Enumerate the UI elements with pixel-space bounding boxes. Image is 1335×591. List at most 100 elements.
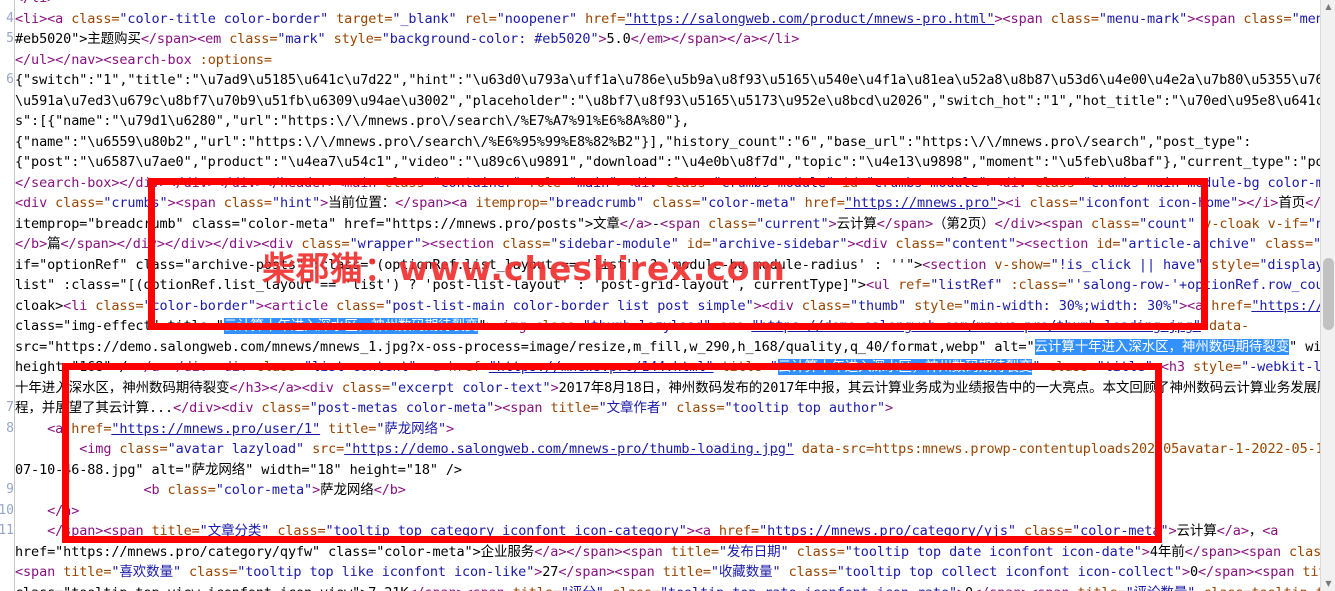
code-line-content[interactable]: <b class="color-meta">萨龙网络</b> [15,480,1335,501]
scrollbar-thumb[interactable] [1323,258,1334,330]
code-line-content[interactable]: s":[{"name":"\u79d1\u6280","url":"https:… [15,111,1335,132]
line-number [0,357,15,378]
line-number [0,377,15,398]
code-line-content[interactable]: </li> [15,0,1335,9]
line-number [0,254,15,275]
code-line-content[interactable]: <img class="avatar lazyload" src="https:… [15,439,1335,460]
line-number: 9 [0,480,15,501]
code-line-content[interactable]: </ul></nav><search-box :options= [15,50,1335,71]
line-number [0,213,15,234]
line-number [0,541,15,562]
code-line: 8 <a href="https://mnews.pro/user/1" tit… [0,418,1335,440]
code-line-content[interactable]: {"name":"\u6559\u80b2","url":"https:\/\/… [15,132,1335,153]
line-number: 6 [0,70,15,91]
code-line-content[interactable]: {"post":"\u6587\u7ae0","product":"\u4ea7… [15,152,1335,173]
code-line-content[interactable]: class="tooltip top view iconfont icon-vi… [15,583,1335,591]
code-line-content[interactable]: href="https://mnews.pro/category/qyfw" c… [15,542,1335,563]
code-line-content[interactable]: #eb5020">主题购买</span><em class="mark" sty… [15,29,1335,50]
code-line: {"name":"\u6559\u80b2","url":"https:\/\/… [0,131,1335,153]
code-line-content[interactable]: class="img-effect" title="云计算十年进入深水区，神州数… [15,316,1335,337]
source-code-body: </li>4<li><a class="color-title color-bo… [0,0,1335,591]
code-line: height="168" /></a></div><div class="lis… [0,357,1335,378]
code-line-content[interactable]: cloak><li class="color-border"><article … [15,296,1335,317]
line-number [0,295,15,316]
code-line-content[interactable]: if="optionRef" class="archive-posts" :cl… [15,255,1335,276]
text-selection: 云计算十年进入深水区，神州数码期待裂变 [777,359,1033,375]
line-number: 10 [0,500,15,521]
code-line: <img class="avatar lazyload" src="https:… [0,439,1335,460]
line-number [0,275,15,296]
code-line-content[interactable]: <div class="crumbs"><span class="hint">当… [15,193,1335,214]
code-line: 7 程，并展望了其云计算...</div><div class="post-met… [0,398,1335,419]
line-number [0,131,15,152]
line-number [0,193,15,214]
line-number [0,49,15,70]
line-number [0,234,15,255]
code-line-content[interactable]: </a> [15,501,1335,522]
code-line-content[interactable]: 十年进入深水区，神州数码期待裂变</h3></a><div class="exc… [15,378,1335,399]
line-number: 11 [0,521,15,542]
line-number [0,459,15,480]
code-line: cloak><li class="color-border"><article … [0,295,1335,317]
scrollbar-down-arrow-icon[interactable]: ▼ [1321,577,1335,591]
line-number [0,336,15,357]
line-number: 8 [0,418,15,439]
line-number [0,111,15,132]
scrollbar-up-arrow-icon[interactable]: ▲ [1321,0,1335,14]
code-line-content[interactable]: itemprop="breadcrumb" class="color-meta"… [15,214,1335,235]
code-line: s":[{"name":"\u79d1\u6280","url":"https:… [0,111,1335,132]
code-line: <span title="喜欢数量" class="tooltip top li… [0,562,1335,583]
code-line: class="tooltip top view iconfont icon-vi… [0,582,1335,591]
code-line-content[interactable]: height="168" /></a></div><div class="lis… [15,357,1335,378]
code-line-content[interactable]: </b>篇</span></div></div></div><div class… [15,234,1335,255]
code-line: </b>篇</span></div></div></div><div class… [0,234,1335,255]
line-number [0,172,15,193]
text-selection: 云计算十年进入深水区，神州数码期待裂变 [223,318,479,334]
view-source-viewport: </li>4<li><a class="color-title color-bo… [0,0,1335,591]
line-number [0,439,15,460]
code-line: <div class="crumbs"><span class="hint">当… [0,193,1335,214]
code-line: 10 </a> [0,500,1335,522]
vertical-scrollbar[interactable]: ▲ ▼ [1320,0,1335,591]
code-line: 11 </span><span title="文章分类" class="tool… [0,521,1335,542]
code-line-content[interactable]: \u591a\u7ed3\u679c\u8bf7\u70b9\u51fb\u63… [15,91,1335,112]
line-number: 7 [0,398,15,419]
code-line: \u591a\u7ed3\u679c\u8bf7\u70b9\u51fb\u63… [0,90,1335,112]
code-line-content[interactable]: </search-box></div></div></div></header>… [15,173,1335,194]
code-line: class="img-effect" title="云计算十年进入深水区，神州数… [0,316,1335,337]
code-line: 07-10-46-88.jpg" alt="萨龙网络" width="18" h… [0,459,1335,481]
code-line-content[interactable]: list" :class="[(optionRef.list_layout ==… [15,275,1335,296]
line-number [0,90,15,111]
line-number [0,562,15,583]
code-line: </li> [0,0,1335,9]
code-line-content[interactable]: {"switch":"1","title":"\u7ad9\u5185\u641… [15,70,1335,91]
source-code-pane[interactable]: </li>4<li><a class="color-title color-bo… [0,0,1335,591]
code-line-content[interactable]: src="https://demo.salongweb.com/mnews/mn… [15,337,1335,358]
line-number [0,316,15,337]
source-code-table: </li>4<li><a class="color-title color-bo… [0,0,1335,591]
code-line-content[interactable]: <span title="喜欢数量" class="tooltip top li… [15,562,1335,583]
code-line: src="https://demo.salongweb.com/mnews/mn… [0,336,1335,358]
line-number [0,582,15,591]
code-line: 5 #eb5020">主题购买</span><em class="mark" st… [0,29,1335,50]
code-line: if="optionRef" class="archive-posts" :cl… [0,254,1335,276]
code-line: </ul></nav><search-box :options= [0,49,1335,71]
code-line: itemprop="breadcrumb" class="color-meta"… [0,213,1335,235]
code-line: </search-box></div></div></div></header>… [0,172,1335,194]
code-line: 4 <li><a class="color-title color-border"… [0,8,1335,30]
code-line: 十年进入深水区，神州数码期待裂变</h3></a><div class="exc… [0,377,1335,399]
code-line-content[interactable]: 07-10-46-88.jpg" alt="萨龙网络" width="18" h… [15,460,1335,481]
code-line-content[interactable]: <a href="https://mnews.pro/user/1" title… [15,419,1335,440]
line-number: 5 [0,29,15,50]
code-line: 9 <b class="color-meta">萨龙网络</b> [0,480,1335,501]
line-number [0,0,15,9]
code-line-content[interactable]: </span><span title="文章分类" class="tooltip… [15,521,1335,542]
code-line: 6 {"switch":"1","title":"\u7ad9\u5185\u64… [0,70,1335,91]
code-line: {"post":"\u6587\u7ae0","product":"\u4ea7… [0,152,1335,173]
line-number: 4 [0,8,15,29]
code-line: list" :class="[(optionRef.list_layout ==… [0,275,1335,296]
code-line-content[interactable]: 程，并展望了其云计算...</div><div class="post-meta… [15,398,1335,419]
code-line-content[interactable]: <li><a class="color-title color-border" … [15,9,1335,30]
text-selection: 云计算十年进入深水区，神州数码期待裂变 [1034,338,1290,355]
line-number [0,152,15,173]
